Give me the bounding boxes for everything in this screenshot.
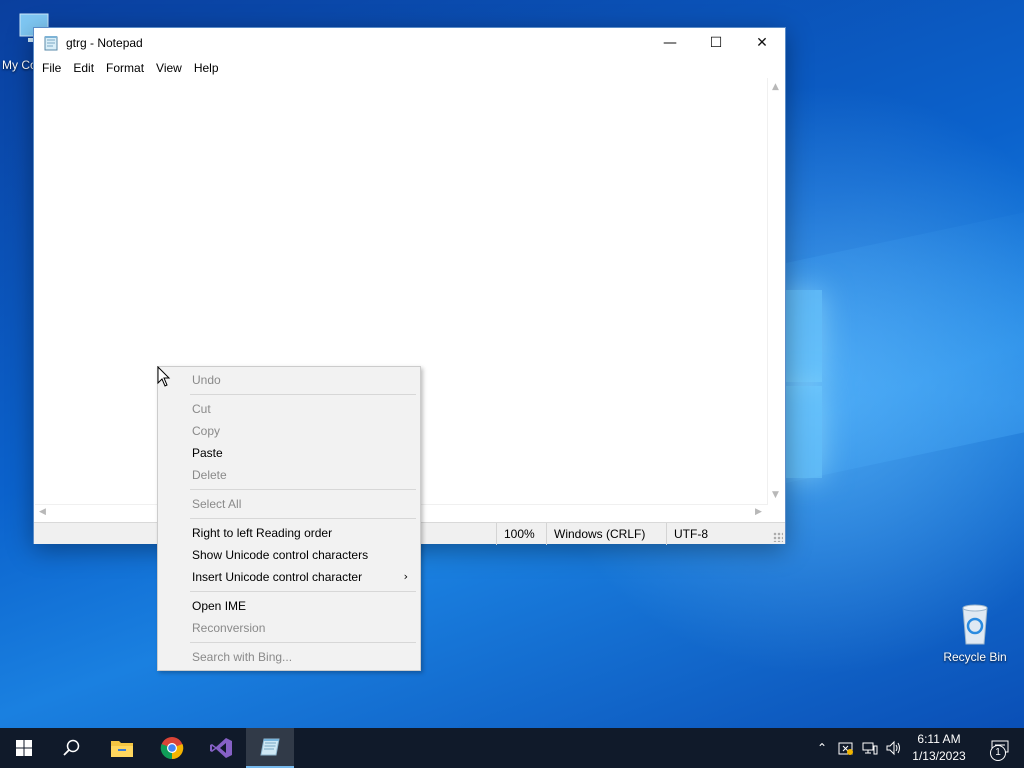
taskbar-clock[interactable]: 6:11 AM 1/13/2023 <box>904 731 974 765</box>
show-hidden-icons-button[interactable]: ⌃ <box>810 728 834 768</box>
recycle-bin-icon <box>962 604 988 645</box>
clock-date: 1/13/2023 <box>912 749 966 763</box>
context-item-insert-unicode-control[interactable]: Insert Unicode control character › <box>158 566 420 588</box>
scroll-down-icon[interactable]: ▼ <box>772 490 779 500</box>
context-menu: Undo Cut Copy Paste Delete Select All Ri… <box>157 366 421 671</box>
context-item-rtl-reading-order[interactable]: Right to left Reading order <box>158 522 420 544</box>
minimize-button[interactable]: — <box>647 28 693 58</box>
context-item-reconversion[interactable]: Reconversion <box>158 617 420 639</box>
taskbar-notepad[interactable] <box>246 728 294 768</box>
context-item-open-ime[interactable]: Open IME <box>158 595 420 617</box>
notification-count-badge: 1 <box>990 745 1006 761</box>
chevron-right-icon: › <box>403 570 408 583</box>
wallpaper-logo-pane <box>786 290 822 382</box>
volume-icon <box>886 740 900 756</box>
menu-bar: File Edit Format View Help <box>34 58 785 78</box>
menu-separator <box>158 391 420 398</box>
security-warning-icon <box>838 742 853 755</box>
window-title: gtrg - Notepad <box>66 36 143 50</box>
caption-buttons: — ☐ ✕ <box>647 28 785 58</box>
context-item-paste[interactable]: Paste <box>158 442 420 464</box>
status-line-ending: Windows (CRLF) <box>546 523 666 545</box>
context-item-delete[interactable]: Delete <box>158 464 420 486</box>
minimize-icon: — <box>663 35 677 51</box>
menu-separator <box>158 486 420 493</box>
desktop-icon-recycle-bin[interactable]: Recycle Bin <box>937 602 1013 664</box>
menu-separator <box>158 639 420 646</box>
start-button[interactable] <box>0 728 48 768</box>
mouse-cursor-icon <box>157 366 171 387</box>
context-item-copy[interactable]: Copy <box>158 420 420 442</box>
network-icon <box>862 742 878 755</box>
menu-view[interactable]: View <box>150 58 188 78</box>
resize-grip[interactable] <box>773 532 783 542</box>
notepad-icon <box>44 36 58 51</box>
chevron-up-icon: ⌃ <box>816 741 828 755</box>
desktop-icon-label: Recycle Bin <box>943 650 1007 664</box>
scroll-up-icon[interactable]: ▲ <box>772 82 779 92</box>
close-button[interactable]: ✕ <box>739 28 785 58</box>
context-item-select-all[interactable]: Select All <box>158 493 420 515</box>
context-item-search-bing[interactable]: Search with Bing... <box>158 646 420 668</box>
menu-help[interactable]: Help <box>188 58 225 78</box>
context-item-label: Insert Unicode control character <box>192 570 363 584</box>
start-icon <box>16 740 32 756</box>
status-zoom: 100% <box>496 523 546 545</box>
file-explorer-icon <box>111 741 133 757</box>
tray-security-button[interactable] <box>834 728 858 768</box>
maximize-button[interactable]: ☐ <box>693 28 739 58</box>
tray-volume-button[interactable] <box>882 728 906 768</box>
menu-edit[interactable]: Edit <box>67 58 100 78</box>
menu-separator <box>158 588 420 595</box>
search-icon <box>63 739 80 756</box>
menu-format[interactable]: Format <box>100 58 150 78</box>
wallpaper-logo-pane <box>786 386 822 478</box>
title-bar[interactable]: gtrg - Notepad — ☐ ✕ <box>34 28 785 58</box>
scroll-right-icon[interactable]: ▶ <box>755 507 762 517</box>
maximize-icon: ☐ <box>709 35 723 51</box>
taskbar-chrome[interactable] <box>148 728 196 768</box>
desktop-icon-label: My Co <box>2 58 37 72</box>
taskbar: ⌃ 6:11 AM 1/13/2023 <box>0 728 1024 768</box>
taskbar-file-explorer[interactable] <box>98 728 146 768</box>
clock-time: 6:11 AM <box>917 732 961 746</box>
context-item-cut[interactable]: Cut <box>158 398 420 420</box>
vertical-scrollbar[interactable]: ▲ ▼ <box>767 78 784 504</box>
context-item-undo[interactable]: Undo <box>158 369 420 391</box>
chrome-icon <box>160 737 184 760</box>
menu-separator <box>158 515 420 522</box>
notepad-icon <box>260 738 280 756</box>
tray-network-button[interactable] <box>858 728 882 768</box>
scroll-left-icon[interactable]: ◀ <box>39 507 46 517</box>
menu-file[interactable]: File <box>36 58 67 78</box>
close-icon: ✕ <box>756 35 768 51</box>
search-button[interactable] <box>48 728 96 768</box>
context-item-show-unicode-control[interactable]: Show Unicode control characters <box>158 544 420 566</box>
visual-studio-icon <box>210 738 232 758</box>
taskbar-visual-studio[interactable] <box>197 728 245 768</box>
system-tray: ⌃ <box>810 728 906 768</box>
status-encoding: UTF-8 <box>666 523 766 545</box>
